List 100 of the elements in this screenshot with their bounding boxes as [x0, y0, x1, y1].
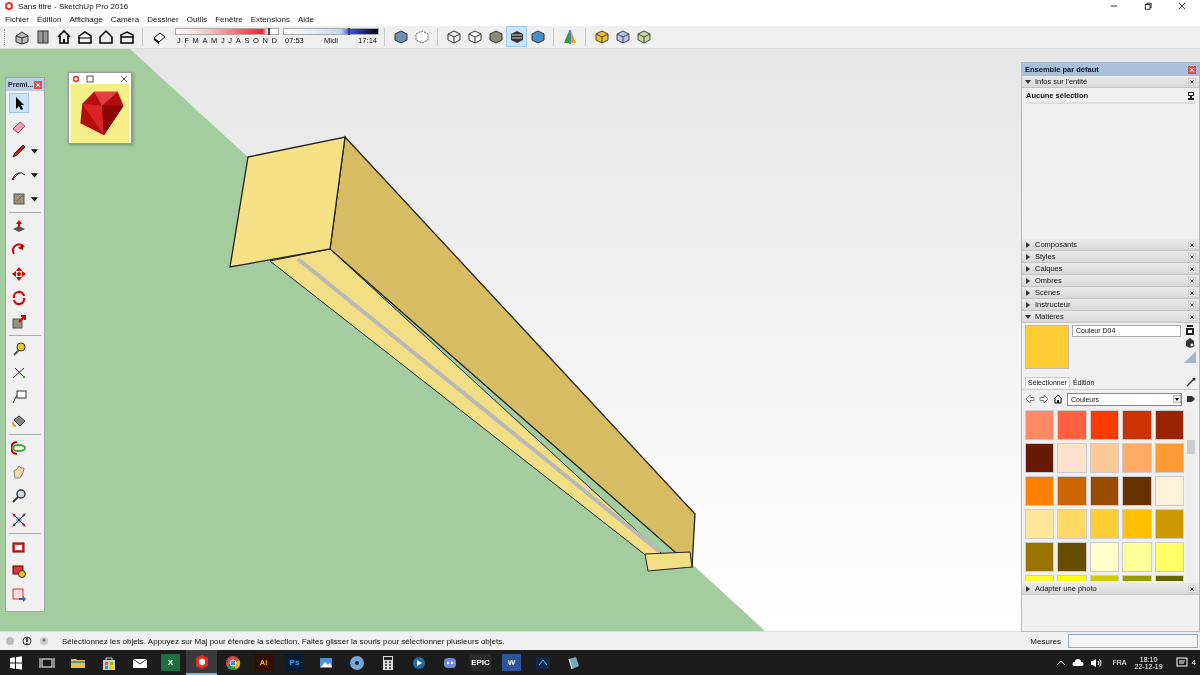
home-icon[interactable]: [1053, 394, 1063, 404]
taskbar-button[interactable]: Ai: [248, 650, 279, 675]
house-side-icon: [76, 28, 93, 45]
menu-item[interactable]: Affichage: [69, 14, 103, 24]
date-slider[interactable]: [175, 28, 279, 36]
close-icon[interactable]: [1188, 77, 1196, 86]
color-swatch[interactable]: [1057, 542, 1087, 572]
color-swatch[interactable]: [1089, 542, 1120, 572]
taskbar-button[interactable]: [186, 650, 217, 675]
color-swatch[interactable]: [1154, 542, 1184, 572]
taskbar-button[interactable]: X: [155, 650, 186, 675]
time-slider[interactable]: [283, 28, 379, 36]
color-swatch[interactable]: [1025, 509, 1055, 539]
ruby-gem-icon: [69, 84, 131, 143]
toolbar-button[interactable]: [506, 26, 527, 48]
eyedropper-icon[interactable]: [1186, 377, 1196, 387]
color-swatch[interactable]: [1154, 443, 1184, 473]
close-icon[interactable]: [1188, 276, 1196, 285]
menu-item[interactable]: Extensions: [250, 14, 290, 24]
close-icon[interactable]: [1188, 240, 1196, 249]
color-swatch[interactable]: [1154, 476, 1184, 506]
close-icon[interactable]: [1188, 264, 1196, 273]
color-swatch[interactable]: [1122, 443, 1152, 473]
color-swatch[interactable]: [1025, 443, 1055, 473]
slider-thumb[interactable]: [267, 28, 270, 36]
wireframe-cube-icon: [445, 28, 462, 45]
slider-thumb[interactable]: [347, 28, 350, 36]
color-swatch[interactable]: [1089, 443, 1120, 473]
menu-item[interactable]: Fenêtre: [215, 14, 243, 24]
shaded-cube-icon: [487, 28, 504, 45]
menu-item[interactable]: Caméra: [110, 14, 140, 24]
forward-arrow-icon[interactable]: [1039, 394, 1049, 404]
close-icon[interactable]: [1188, 300, 1196, 309]
speaker-icon[interactable]: [1089, 656, 1102, 669]
color-swatch[interactable]: [1154, 410, 1184, 440]
notification-icon[interactable]: [1175, 656, 1188, 669]
menu-item[interactable]: Outils: [186, 14, 208, 24]
measurements-label: Mesures: [1030, 636, 1061, 646]
maximize-icon[interactable]: [86, 74, 94, 83]
color-swatch[interactable]: [1154, 509, 1184, 539]
color-swatch[interactable]: [1122, 476, 1152, 506]
taskbar-button[interactable]: W: [496, 650, 527, 675]
create-material-icon[interactable]: [1185, 325, 1195, 335]
taskbar-button[interactable]: Ps: [279, 650, 310, 675]
color-swatch[interactable]: [1057, 410, 1087, 440]
browser-logo-icon: [224, 654, 241, 671]
status-message: Sélectionnez les objets. Appuyez sur Maj pour étendre la sélection. Faites glisser la souris pour sélectionner plusieurs objets.: [62, 636, 505, 646]
color-swatch[interactable]: [1089, 476, 1120, 506]
restore-icon[interactable]: [1144, 2, 1152, 11]
book-icon: [565, 654, 582, 671]
color-swatch[interactable]: [1122, 509, 1152, 539]
menu-item[interactable]: Dessiner: [147, 14, 179, 24]
scale-icon: [11, 314, 27, 330]
menu-item[interactable]: Aide: [297, 14, 314, 24]
color-swatch[interactable]: [1057, 509, 1087, 539]
close-icon[interactable]: [1188, 288, 1196, 297]
cloud-icon[interactable]: [1071, 656, 1084, 669]
tool-button[interactable]: [9, 510, 29, 530]
measurements-field[interactable]: [1068, 634, 1198, 648]
tool-button[interactable]: [9, 93, 29, 113]
xray-cube-icon: [392, 28, 409, 45]
close-icon[interactable]: [1188, 584, 1196, 593]
caret-icon[interactable]: [31, 172, 38, 178]
network-icon: [534, 654, 551, 671]
color-swatch[interactable]: [1025, 542, 1055, 572]
app-logo-icon: X: [161, 654, 180, 671]
taskbar-button[interactable]: EPIC: [465, 650, 496, 675]
paint-bucket-icon[interactable]: [1185, 338, 1195, 348]
color-swatch[interactable]: [1122, 542, 1152, 572]
shopping-bag-icon: [100, 654, 117, 671]
push-pull-icon: [11, 218, 27, 234]
move-icon: [11, 266, 27, 282]
close-icon[interactable]: [1188, 312, 1196, 321]
color-swatch[interactable]: [1025, 410, 1055, 440]
back-arrow-icon[interactable]: [1025, 394, 1035, 404]
user-icon[interactable]: [39, 636, 49, 646]
close-icon[interactable]: [1188, 252, 1196, 261]
color-swatch[interactable]: [1025, 476, 1055, 506]
info-icon[interactable]: [22, 636, 32, 646]
back-edges-cube-icon: [413, 28, 430, 45]
close-icon[interactable]: [1178, 2, 1186, 11]
sketchup-logo-icon: [193, 653, 210, 670]
menu-item[interactable]: Fichier: [5, 14, 29, 24]
caret-icon[interactable]: [31, 196, 38, 202]
color-swatch[interactable]: [1122, 410, 1152, 440]
ladybug-box-icon: [11, 563, 27, 579]
rotate-icon: [11, 290, 27, 306]
color-swatch[interactable]: [1057, 443, 1087, 473]
color-swatch[interactable]: [1089, 509, 1120, 539]
close-icon[interactable]: [120, 74, 128, 83]
color-swatch[interactable]: [1057, 476, 1087, 506]
orbit-icon: [11, 440, 27, 456]
app-logo-icon: Ai: [254, 654, 273, 671]
textured-cube-icon: [508, 28, 525, 45]
hand-icon: [11, 464, 27, 480]
details-arrow-icon[interactable]: [1186, 394, 1196, 404]
caret-icon[interactable]: [31, 148, 38, 154]
display-icon[interactable]: [1187, 91, 1195, 100]
color-swatch[interactable]: [1089, 410, 1120, 440]
menu-item[interactable]: Édition: [37, 14, 62, 24]
